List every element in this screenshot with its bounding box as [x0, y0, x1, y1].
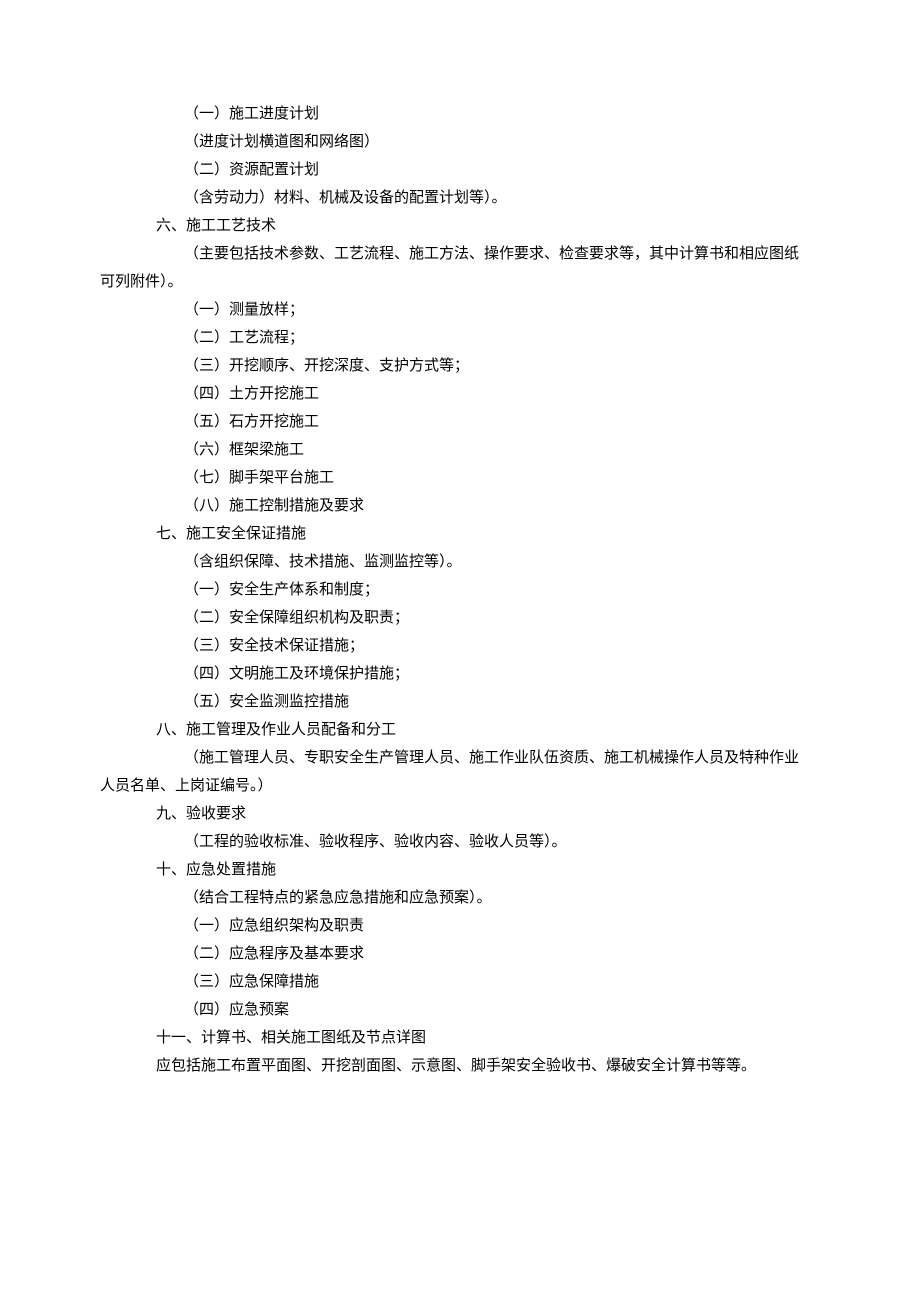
section-heading: 八、施工管理及作业人员配备和分工 — [100, 716, 820, 744]
section-heading: 十一、计算书、相关施工图纸及节点详图 — [100, 1024, 820, 1052]
text-line: （六）框架梁施工 — [100, 436, 820, 464]
text-line: （结合工程特点的紧急应急措施和应急预案）。 — [100, 884, 820, 912]
text-line: （四）文明施工及环境保护措施； — [100, 660, 820, 688]
text-line: （五）石方开挖施工 — [100, 408, 820, 436]
text-line: （含劳动力）材料、机械及设备的配置计划等）。 — [100, 184, 820, 212]
text-line: （含组织保障、技术措施、监测监控等）。 — [100, 548, 820, 576]
text-line: （七）脚手架平台施工 — [100, 464, 820, 492]
text-line: （工程的验收标准、验收程序、验收内容、验收人员等）。 — [100, 828, 820, 856]
section-heading: 六、施工工艺技术 — [100, 212, 820, 240]
text-line: （三）开挖顺序、开挖深度、支护方式等； — [100, 352, 820, 380]
text-line: （一）安全生产体系和制度； — [100, 576, 820, 604]
text-line: （主要包括技术参数、工艺流程、施工方法、操作要求、检查要求等，其中计算书和相应图… — [100, 240, 820, 268]
section-heading: 九、验收要求 — [100, 800, 820, 828]
text-line: 人员名单、上岗证编号。） — [100, 772, 820, 800]
section-heading: 十、应急处置措施 — [100, 856, 820, 884]
text-line: （一）测量放样； — [100, 296, 820, 324]
text-line: （四）土方开挖施工 — [100, 380, 820, 408]
text-line: （进度计划横道图和网络图） — [100, 128, 820, 156]
text-line: 应包括施工布置平面图、开挖剖面图、示意图、脚手架安全验收书、爆破安全计算书等等。 — [100, 1052, 820, 1080]
text-line: （一）施工进度计划 — [100, 100, 820, 128]
text-line: （四）应急预案 — [100, 996, 820, 1024]
text-line: （二）工艺流程； — [100, 324, 820, 352]
text-line: （施工管理人员、专职安全生产管理人员、施工作业队伍资质、施工机械操作人员及特种作… — [100, 744, 820, 772]
text-line: （二）应急程序及基本要求 — [100, 940, 820, 968]
section-heading: 七、施工安全保证措施 — [100, 520, 820, 548]
text-line: （一）应急组织架构及职责 — [100, 912, 820, 940]
document-page: （一）施工进度计划 （进度计划横道图和网络图） （二）资源配置计划 （含劳动力）… — [0, 0, 920, 1301]
text-line: （五）安全监测监控措施 — [100, 688, 820, 716]
text-line: （三）安全技术保证措施； — [100, 632, 820, 660]
text-line: （二）安全保障组织机构及职责； — [100, 604, 820, 632]
text-line: 可列附件）。 — [100, 268, 820, 296]
text-line: （八）施工控制措施及要求 — [100, 492, 820, 520]
text-line: （二）资源配置计划 — [100, 156, 820, 184]
text-line: （三）应急保障措施 — [100, 968, 820, 996]
